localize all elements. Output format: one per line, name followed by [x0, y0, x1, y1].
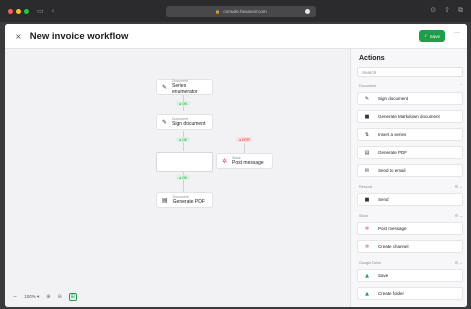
action-label: Generate Markdown document — [378, 114, 440, 119]
close-icon[interactable]: × — [15, 32, 22, 41]
panel-title: Actions — [359, 55, 385, 62]
address-bar[interactable]: 🔒 console.hexavoir.com — [166, 6, 316, 17]
minimize-window-button[interactable] — [16, 8, 21, 14]
fit-view-icon[interactable]: ⊞ — [68, 293, 77, 301]
email-icon: ✉ — [364, 167, 370, 174]
resend-icon: ■ — [364, 196, 370, 203]
workflow-node[interactable]: ▤ Document Generate PDF — [156, 192, 213, 208]
status-badge-err: ● ERR — [236, 137, 253, 142]
workflow-canvas[interactable]: ✎ Document Series enumerator ● OK ✎ Docu… — [5, 49, 350, 307]
workflow-node[interactable]: ✲ Slack Post message — [216, 153, 273, 169]
action-post-message[interactable]: ✲ Post message — [357, 222, 463, 235]
node-label: Post message — [232, 160, 264, 166]
document-icon: ✎ — [364, 95, 370, 102]
action-label: Insert a series — [378, 132, 407, 137]
slack-icon: ✲ — [364, 243, 370, 250]
share-icon[interactable]: ⇧ — [444, 6, 450, 15]
zoom-level[interactable]: 100% ▾ — [24, 294, 39, 300]
action-label: Save — [378, 273, 389, 278]
save-button-label: Save — [429, 33, 440, 39]
action-generate-markdown[interactable]: ■ Generate Markdown document — [357, 110, 463, 123]
document-icon: ✎ — [162, 83, 168, 91]
zoom-out-icon[interactable]: − — [13, 294, 17, 300]
pdf-icon: ▤ — [162, 196, 168, 204]
gear-icon[interactable]: ⚙ ⌄ — [455, 260, 463, 265]
sidebar-toggle-icon[interactable]: ▭ — [37, 7, 44, 15]
page-title: New invoice workflow — [29, 30, 129, 42]
action-generate-pdf[interactable]: ▤ Generate PDF — [357, 146, 463, 159]
google-drive-icon: ▲ — [365, 290, 369, 297]
chevron-down-icon: ▾ — [36, 294, 40, 299]
url-text: console.hexavoir.com — [223, 9, 267, 14]
app-window: × New invoice workflow ✓ Save ··· ✎ Docu… — [5, 24, 467, 307]
section-label: Document — [359, 83, 377, 88]
action-insert-series[interactable]: ⇅ Insert a series — [357, 128, 463, 141]
action-label: Create folder — [378, 291, 405, 296]
markdown-icon: ■ — [364, 113, 370, 120]
gear-icon[interactable]: ⚙ ⌄ — [455, 213, 463, 218]
extension-icon[interactable] — [305, 9, 310, 14]
more-options-button[interactable]: ··· — [454, 30, 460, 36]
check-icon: ✓ — [423, 33, 428, 38]
action-create-folder[interactable]: ▲ Create folder — [357, 287, 463, 300]
save-button[interactable]: ✓ Save — [418, 30, 445, 42]
zoom-reset-icon[interactable]: ⊖ — [57, 294, 61, 300]
node-label: Sign document — [172, 121, 206, 127]
actions-panel: Actions Search Document ⌃ ✎ Sign documen… — [350, 49, 467, 307]
empty-node-slot[interactable] — [156, 152, 213, 172]
browser-actions: ⊙ ⇧ ⧉ — [430, 6, 463, 15]
close-window-button[interactable] — [8, 8, 13, 14]
action-label: Create channel — [378, 244, 409, 249]
gear-icon[interactable]: ⚙ ⌄ — [455, 184, 463, 189]
action-label: Post message — [378, 226, 407, 231]
section-header-google-drive[interactable]: Google Drive ⚙ ⌄ — [359, 260, 463, 265]
browser-toolbar: ▭ ‹ 🔒 console.hexavoir.com ⊙ ⇧ ⧉ — [0, 0, 471, 22]
app-header: × New invoice workflow ✓ Save ··· — [5, 24, 467, 49]
google-drive-icon: ▲ — [365, 272, 369, 279]
document-icon: ✎ — [162, 118, 168, 126]
section-header-document[interactable]: Document ⌃ — [359, 83, 463, 88]
node-label: Generate PDF — [172, 199, 205, 205]
section-label: Google Drive — [359, 260, 382, 265]
section-label: Resend — [359, 184, 373, 189]
action-save[interactable]: ▲ Save — [357, 269, 463, 282]
tabs-icon[interactable]: ⧉ — [458, 6, 463, 15]
section-header-slack[interactable]: Slack ⚙ ⌄ — [359, 213, 463, 218]
action-label: Send — [378, 197, 389, 202]
action-send[interactable]: ■ Send — [357, 193, 463, 206]
node-label: Series enumerator — [172, 83, 198, 95]
status-badge-ok: ● OK — [176, 137, 191, 142]
slack-icon: ✲ — [364, 225, 370, 232]
slack-icon: ✲ — [222, 157, 228, 165]
status-badge-ok: ● OK — [176, 175, 191, 180]
action-sign-document[interactable]: ✎ Sign document — [357, 92, 463, 105]
workflow-node[interactable]: ✎ Document Sign document — [156, 114, 213, 130]
chevron-up-icon[interactable]: ⌃ — [460, 83, 463, 88]
section-header-resend[interactable]: Resend ⚙ ⌄ — [359, 184, 463, 189]
section-label: Slack — [359, 213, 369, 218]
series-icon: ⇅ — [364, 131, 370, 138]
action-label: Generate PDF — [378, 150, 408, 155]
chevron-left-icon[interactable]: ‹ — [52, 7, 55, 15]
action-label: Sign document — [378, 96, 409, 101]
maximize-window-button[interactable] — [24, 8, 29, 14]
zoom-controls: − 100% ▾ ⊕ ⊖ ⊞ — [13, 293, 77, 301]
zoom-value: 100% — [24, 294, 36, 299]
action-label: Send to email — [378, 168, 406, 173]
action-create-channel[interactable]: ✲ Create channel — [357, 240, 463, 253]
search-input[interactable]: Search — [357, 67, 463, 77]
lock-icon: 🔒 — [215, 9, 221, 14]
download-icon[interactable]: ⊙ — [430, 6, 436, 15]
action-send-to-email[interactable]: ✉ Send to email — [357, 164, 463, 177]
status-badge-ok: ● OK — [176, 101, 191, 106]
zoom-in-icon[interactable]: ⊕ — [46, 294, 50, 300]
window-controls — [8, 8, 29, 14]
workflow-node[interactable]: ✎ Document Series enumerator — [156, 79, 213, 95]
pdf-icon: ▤ — [364, 149, 370, 156]
